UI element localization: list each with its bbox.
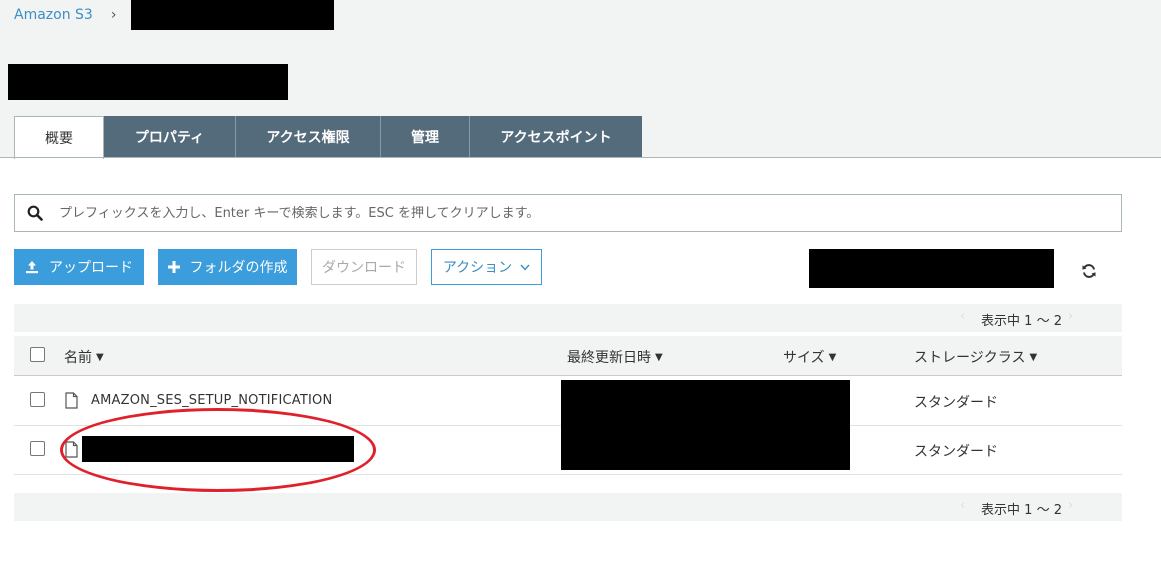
create-folder-label: フォルダの作成 xyxy=(189,260,288,276)
chevron-down-icon xyxy=(520,264,530,271)
breadcrumb: Amazon S3 › xyxy=(14,5,130,25)
upload-label: アップロード xyxy=(49,260,133,276)
sort-caret-icon: ▼ xyxy=(655,351,663,363)
file-icon xyxy=(65,392,78,413)
pager-next-icon[interactable]: › xyxy=(1068,309,1073,324)
tab-overview[interactable]: 概要 xyxy=(14,116,104,159)
search-icon xyxy=(27,205,43,221)
red-highlight-circle xyxy=(60,408,376,492)
pager-status: 表示中 1 ～ 2 xyxy=(981,503,1062,518)
pager-status: 表示中 1 ～ 2 xyxy=(981,314,1062,329)
upload-icon xyxy=(25,260,39,274)
actions-dropdown[interactable]: アクション xyxy=(431,249,542,285)
column-storage-class-label: ストレージクラス xyxy=(914,350,1026,366)
select-all-checkbox[interactable] xyxy=(30,347,45,362)
redacted-page-title xyxy=(8,64,288,100)
file-name-link[interactable]: AMAZON_SES_SETUP_NOTIFICATION xyxy=(91,393,332,408)
sort-caret-icon: ▼ xyxy=(828,351,837,363)
redacted-modified-dates xyxy=(561,380,850,470)
create-folder-button[interactable]: フォルダの作成 xyxy=(158,249,297,285)
column-name-label: 名前 xyxy=(64,350,92,366)
redacted-toolbar-region xyxy=(809,249,1054,288)
tab-bar: 概要 プロパティ アクセス権限 管理 アクセスポイント xyxy=(14,116,642,159)
column-name[interactable]: 名前 ▼ xyxy=(64,347,104,367)
upload-button[interactable]: アップロード xyxy=(14,249,144,285)
sort-caret-icon: ▼ xyxy=(96,351,104,363)
column-size[interactable]: サイズ ▼ xyxy=(783,347,836,367)
column-modified-label: 最終更新日時 xyxy=(567,350,651,366)
sort-caret-icon: ▼ xyxy=(1029,351,1038,363)
actions-label: アクション xyxy=(442,260,513,276)
tab-divider xyxy=(0,157,1161,158)
redacted-bucket-breadcrumb xyxy=(131,0,334,30)
row-checkbox[interactable] xyxy=(30,441,45,456)
column-storage-class[interactable]: ストレージクラス ▼ xyxy=(914,347,1037,367)
refresh-icon[interactable] xyxy=(1080,262,1098,280)
pager-bottom: ‹ 表示中 1 ～ 2 › xyxy=(14,493,1122,521)
tab-properties[interactable]: プロパティ xyxy=(104,116,236,158)
table-header: 名前 ▼ 最終更新日時 ▼ サイズ ▼ ストレージクラス ▼ xyxy=(14,336,1122,376)
storage-class-cell: スタンダード xyxy=(914,395,998,411)
search-box xyxy=(14,194,1122,232)
row-checkbox[interactable] xyxy=(30,392,45,407)
tab-management[interactable]: 管理 xyxy=(381,116,470,158)
download-button[interactable]: ダウンロード xyxy=(311,249,417,285)
pager-top: ‹ 表示中 1 ～ 2 › xyxy=(14,304,1122,332)
breadcrumb-amazon-s3-link[interactable]: Amazon S3 xyxy=(14,7,93,23)
pager-next-icon[interactable]: › xyxy=(1068,498,1073,513)
pager-prev-icon[interactable]: ‹ xyxy=(960,498,965,513)
breadcrumb-separator-icon: › xyxy=(110,7,117,23)
search-input[interactable] xyxy=(59,205,1059,221)
tab-access-points[interactable]: アクセスポイント xyxy=(470,116,642,158)
plus-icon xyxy=(167,261,180,273)
storage-class-cell: スタンダード xyxy=(914,444,998,460)
tab-permissions[interactable]: アクセス権限 xyxy=(236,116,381,158)
column-size-label: サイズ xyxy=(783,350,825,366)
pager-prev-icon[interactable]: ‹ xyxy=(960,309,965,324)
column-modified[interactable]: 最終更新日時 ▼ xyxy=(567,347,663,367)
